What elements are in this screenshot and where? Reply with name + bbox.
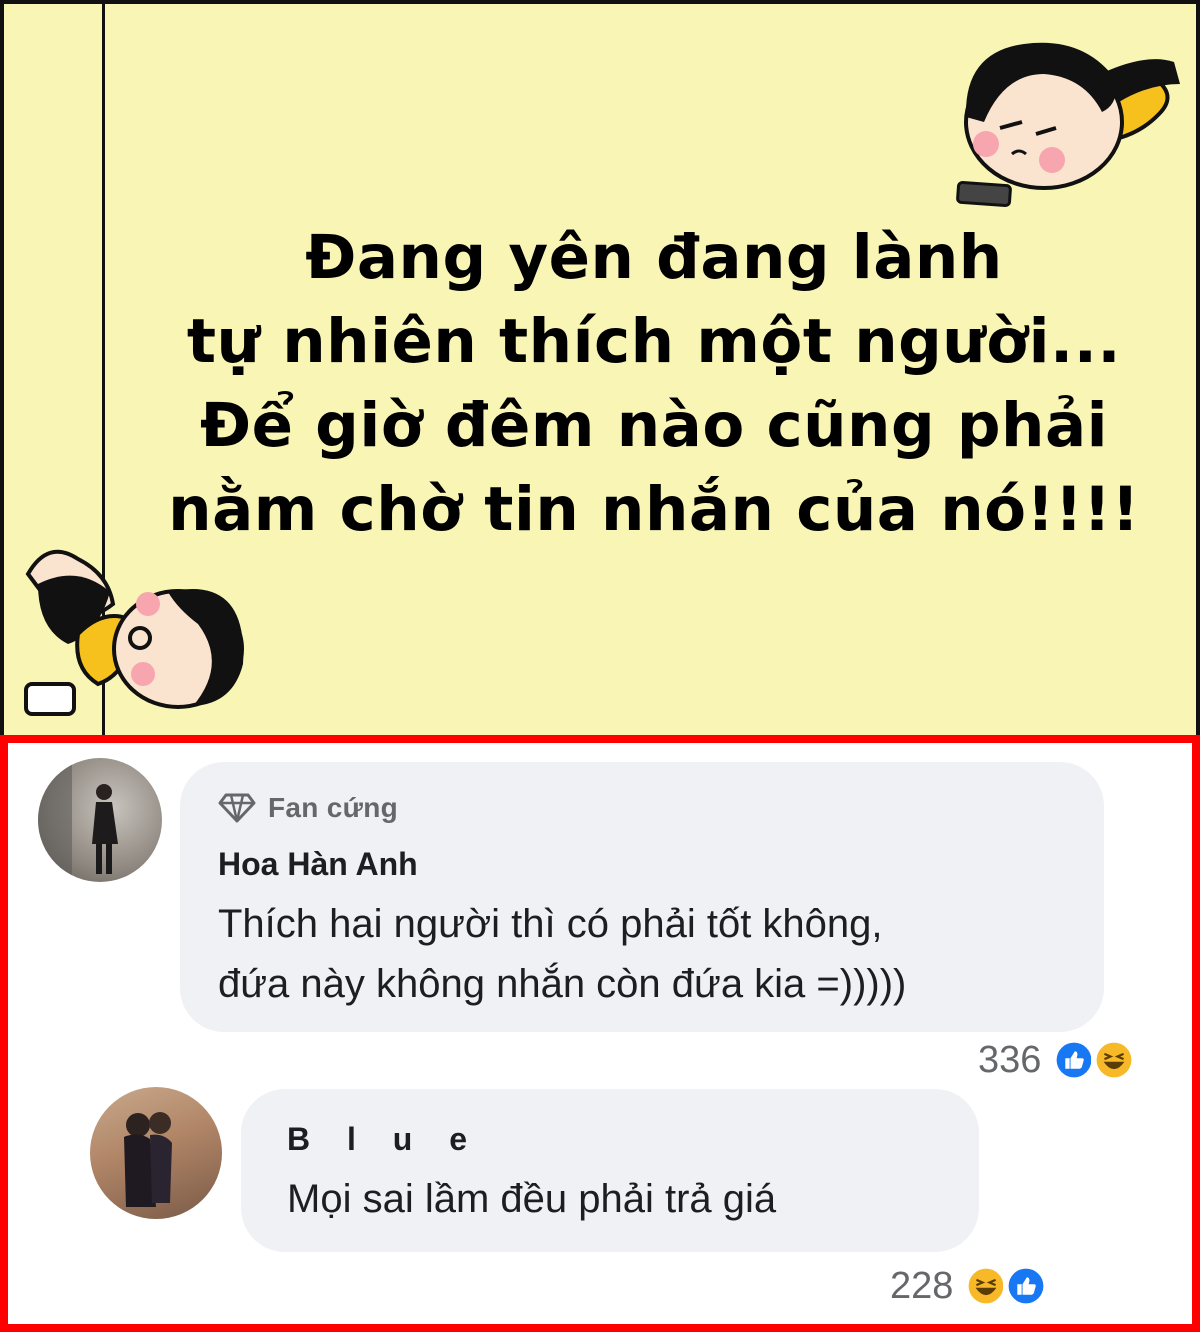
like-icon — [1003, 1263, 1050, 1309]
comment-author[interactable]: B l u e — [287, 1121, 481, 1158]
avatar[interactable] — [90, 1087, 222, 1219]
reaction-summary[interactable]: 228 — [890, 1263, 1050, 1309]
comment-bubble: B l u e Mọi sai lầm đều phải trả giá — [241, 1089, 979, 1252]
caption-line-1: Đang yên đang lành — [305, 222, 1003, 293]
avatar[interactable] — [38, 758, 162, 882]
comment-text-line: đứa này không nhắn còn đứa kia =))))) — [218, 962, 907, 1006]
comment-text: Thích hai người thì có phải tốt không, đ… — [218, 894, 906, 1014]
meme-panel: Đang yên đang lành tự nhiên thích một ng… — [0, 0, 1200, 739]
comment-bubble: Fan cứng Hoa Hàn Anh Thích hai người thì… — [180, 762, 1104, 1032]
caption-line-3: Để giờ đêm nào cũng phải — [199, 390, 1109, 461]
reaction-count: 336 — [978, 1038, 1042, 1081]
comments-section: Fan cứng Hoa Hàn Anh Thích hai người thì… — [0, 735, 1200, 1332]
girl-falling-illustration — [24, 549, 244, 716]
haha-icon — [1091, 1037, 1138, 1083]
reaction-count: 228 — [890, 1264, 954, 1307]
comment-author[interactable]: Hoa Hàn Anh — [218, 846, 418, 883]
caption-line-2: tự nhiên thích một người... — [186, 306, 1122, 377]
caption-line-4: nằm chờ tin nhắn của nó!!!! — [168, 474, 1140, 545]
comment-text: Mọi sai lầm đều phải trả giá — [287, 1177, 777, 1221]
badge-label: Fan cứng — [268, 792, 399, 823]
comment-text-line: Thích hai người thì có phải tốt không, — [218, 902, 883, 946]
reaction-summary[interactable]: 336 — [978, 1037, 1138, 1083]
diamond-icon — [218, 793, 256, 823]
fan-badge: Fan cứng — [218, 788, 398, 828]
girl-lying-illustration — [956, 42, 1180, 208]
